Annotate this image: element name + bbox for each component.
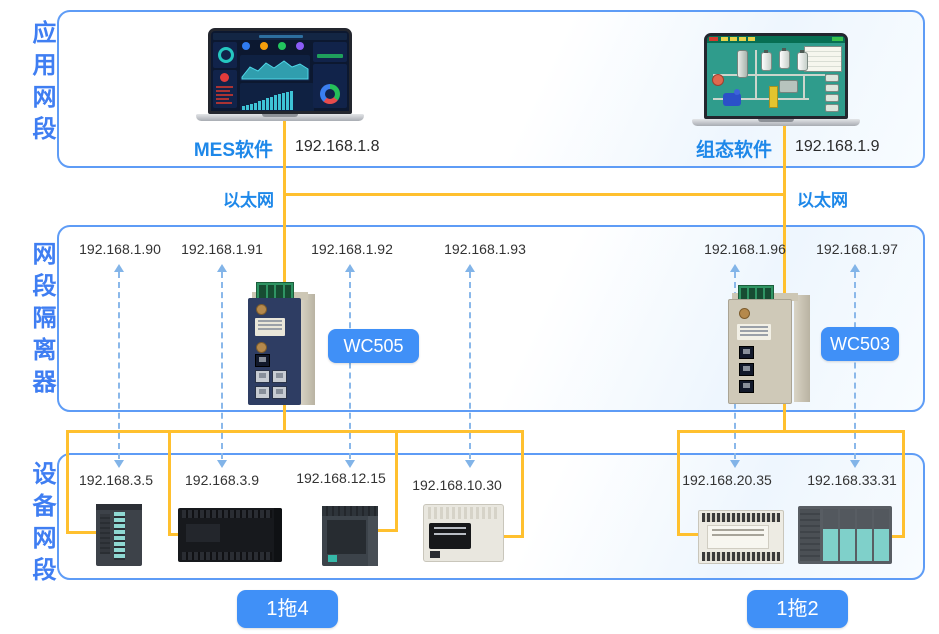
wc505-ip-1: 192.168.1.90 — [65, 241, 175, 257]
host-name-mes: MES软件 — [183, 135, 273, 162]
plc-ip-4: 192.168.10.30 — [402, 477, 512, 493]
mes-kpi-row — [240, 42, 312, 52]
wc505-ip-2: 192.168.1.91 — [167, 241, 277, 257]
mes-bar-chart — [240, 83, 314, 112]
scada-mini-tank-1 — [825, 74, 839, 82]
bus-line-right — [677, 430, 905, 433]
plc-fx3u-icon — [423, 504, 504, 562]
ethernet-label-left: 以太网 — [204, 186, 274, 211]
scada-tank-2 — [779, 50, 790, 69]
mes-donut-chart — [320, 84, 340, 104]
mes-donut-panel — [313, 64, 347, 108]
scada-tank-1 — [761, 52, 772, 71]
plc-ip-5: 192.168.20.35 — [672, 472, 782, 488]
section-label-app: 应用网段 — [24, 20, 59, 148]
ethernet-line-horizontal — [283, 193, 786, 196]
scada-toolbar — [707, 36, 845, 43]
host-ip-scada: 192.168.1.9 — [795, 138, 880, 156]
section-label-device: 设备网段 — [24, 461, 59, 589]
scada-mini-tank-2 — [825, 84, 839, 92]
plc-ip-3: 192.168.12.15 — [286, 470, 396, 486]
wc503-model-badge: WC503 — [821, 327, 899, 361]
laptop-scada-base — [692, 119, 860, 126]
scada-valve — [712, 74, 724, 86]
gateway-wc503-image — [728, 285, 810, 402]
bus-line-left — [66, 430, 524, 433]
wc505-ip-4: 192.168.1.93 — [430, 241, 540, 257]
scada-mini-tank-3 — [825, 94, 839, 102]
mes-status-panel — [313, 42, 347, 62]
scada-vessel — [779, 80, 798, 93]
laptop-scada — [692, 33, 860, 126]
scada-pump — [723, 93, 741, 106]
gateway-wc505-image — [248, 282, 315, 405]
scada-hmi-screen — [704, 33, 848, 119]
scada-column — [737, 50, 748, 78]
laptop-mes-base — [196, 114, 364, 121]
host-ip-mes: 192.168.1.8 — [295, 138, 380, 156]
mes-dashboard-screen — [208, 28, 352, 114]
plc-m221-icon — [322, 506, 378, 566]
plc-s7300-module-icon — [96, 504, 142, 566]
plc-ip-6: 192.168.33.31 — [797, 472, 907, 488]
plc-ip-1: 192.168.3.5 — [61, 472, 171, 488]
section-label-isolator: 网段隔离器 — [24, 241, 59, 401]
network-topology-diagram: 应用网段 网段隔离器 设备网段 — [0, 0, 939, 634]
scada-yellow-column — [769, 86, 778, 108]
wc505-ip-3: 192.168.1.92 — [297, 241, 407, 257]
plc-delta-dvp-icon — [698, 510, 784, 564]
scada-mini-tank-4 — [825, 104, 839, 112]
bus-stub-1 — [66, 531, 100, 534]
wc505-model-badge: WC505 — [328, 329, 419, 363]
laptop-mes — [196, 28, 364, 121]
scada-tank-3 — [797, 52, 808, 71]
bus-drop-4 — [521, 430, 524, 537]
plc-s7200-icon — [178, 508, 282, 562]
ratio-badge-right: 1拖2 — [747, 590, 848, 628]
mes-alert-list — [213, 70, 237, 108]
ethernet-label-right: 以太网 — [797, 186, 867, 211]
mes-area-chart — [240, 55, 310, 81]
mes-gauge-widget — [213, 42, 237, 68]
wc503-ip-1: 192.168.1.96 — [690, 241, 800, 257]
plc-ip-2: 192.168.3.9 — [167, 472, 277, 488]
ratio-badge-left: 1拖4 — [237, 590, 338, 628]
plc-s7300-rack-icon — [798, 506, 892, 564]
host-name-scada: 组态软件 — [682, 135, 772, 162]
scada-trend-panel — [804, 46, 842, 72]
wc503-ip-2: 192.168.1.97 — [802, 241, 912, 257]
bus-stub-3 — [375, 529, 398, 532]
